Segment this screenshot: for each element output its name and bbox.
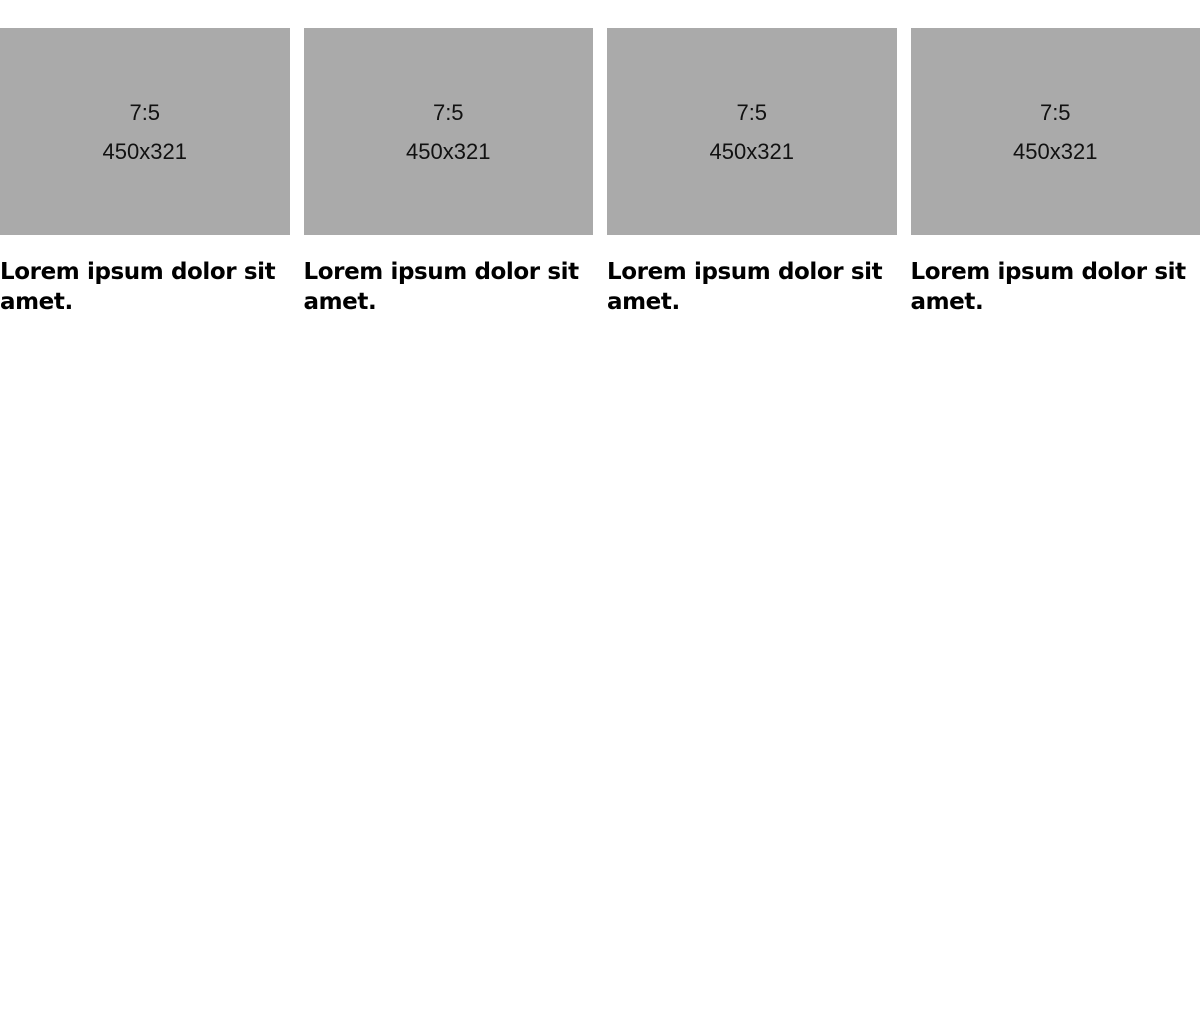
- placeholder-image[interactable]: 7:5 450x321: [607, 28, 897, 235]
- image-ratio-label: 7:5: [129, 99, 161, 125]
- card-title[interactable]: Lorem ipsum dolor sit amet.: [911, 257, 1200, 317]
- placeholder-image[interactable]: 7:5 450x321: [910, 28, 1200, 235]
- card[interactable]: 7:5 450x321 Lorem ipsum dolor sit amet.: [0, 28, 290, 317]
- card-title[interactable]: Lorem ipsum dolor sit amet.: [0, 257, 290, 317]
- placeholder-image[interactable]: 7:5 450x321: [0, 28, 290, 235]
- card-grid: 7:5 450x321 Lorem ipsum dolor sit amet. …: [0, 28, 1200, 317]
- image-ratio-label: 7:5: [736, 99, 768, 125]
- card-title[interactable]: Lorem ipsum dolor sit amet.: [607, 257, 897, 317]
- card[interactable]: 7:5 450x321 Lorem ipsum dolor sit amet.: [607, 28, 897, 317]
- image-dimensions-label: 450x321: [709, 138, 794, 164]
- card[interactable]: 7:5 450x321 Lorem ipsum dolor sit amet.: [303, 28, 594, 317]
- image-dimensions-label: 450x321: [406, 138, 491, 164]
- image-ratio-label: 7:5: [432, 99, 464, 125]
- card[interactable]: 7:5 450x321 Lorem ipsum dolor sit amet.: [910, 28, 1200, 317]
- image-ratio-label: 7:5: [1039, 99, 1071, 125]
- image-dimensions-label: 450x321: [1013, 138, 1098, 164]
- image-dimensions-label: 450x321: [102, 138, 187, 164]
- placeholder-image[interactable]: 7:5 450x321: [303, 28, 593, 235]
- card-title[interactable]: Lorem ipsum dolor sit amet.: [304, 257, 594, 317]
